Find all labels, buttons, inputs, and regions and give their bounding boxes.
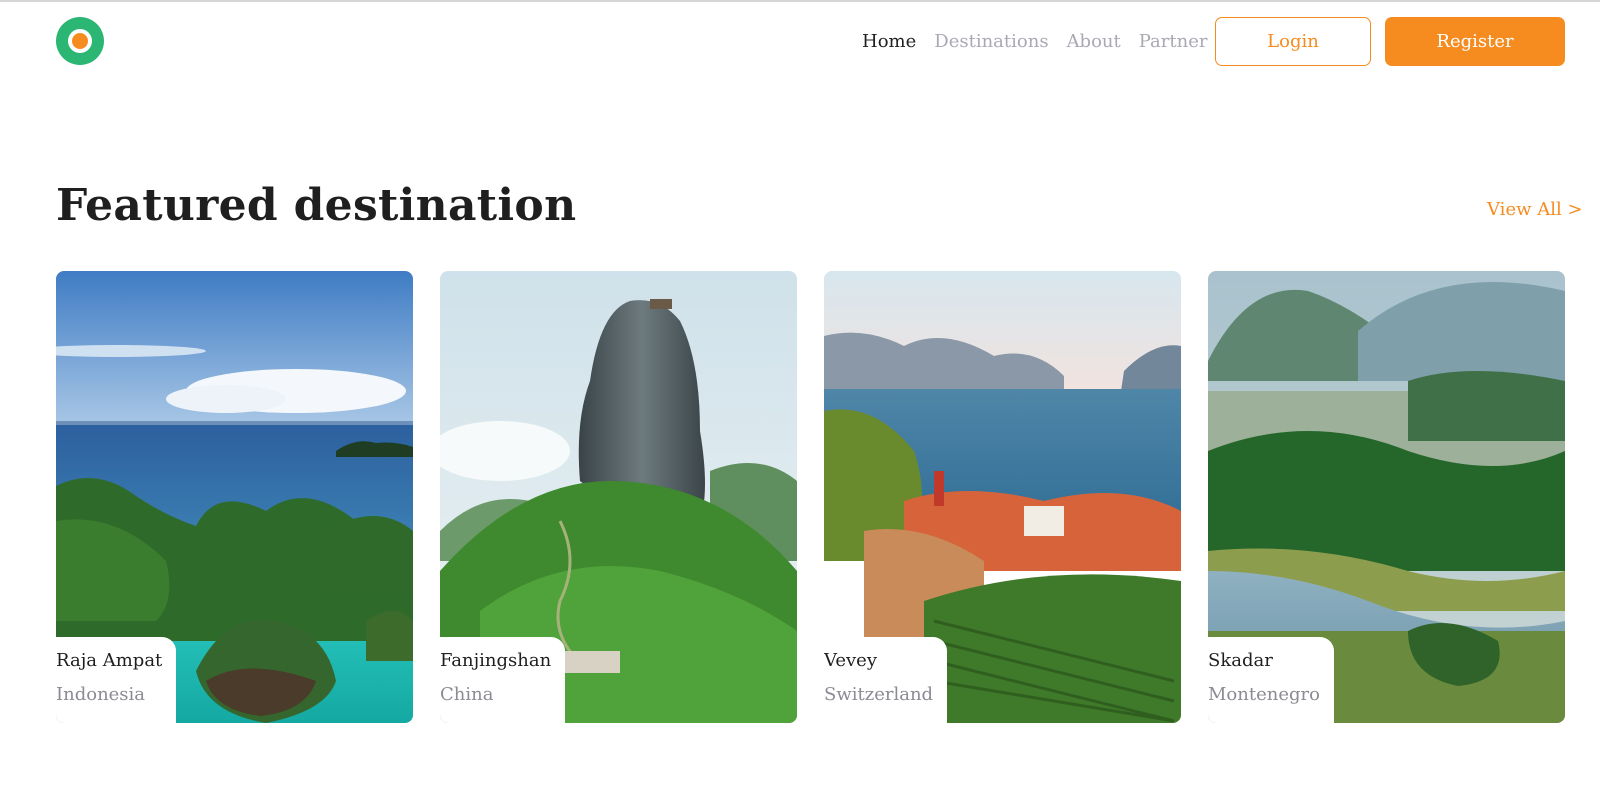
section-title: Featured destination [56, 180, 577, 231]
nav-about[interactable]: About [1067, 28, 1121, 56]
logo-dot [72, 33, 88, 49]
card-label: Fanjingshan China [440, 637, 566, 723]
nav-destinations[interactable]: Destinations [934, 28, 1048, 56]
destination-name: Skadar [1208, 650, 1273, 671]
destination-card-fanjingshan[interactable]: Fanjingshan China [440, 271, 797, 723]
top-border [0, 0, 1600, 2]
destination-country: Indonesia [56, 684, 146, 705]
login-button[interactable]: Login [1215, 17, 1371, 66]
destination-country: Montenegro [1208, 684, 1320, 705]
destination-card-skadar[interactable]: Skadar Montenegro [1208, 271, 1565, 723]
register-button[interactable]: Register [1385, 17, 1565, 66]
destination-name: Vevey [824, 650, 877, 671]
nav-home[interactable]: Home [862, 28, 916, 56]
nav-partner[interactable]: Partner [1139, 28, 1208, 56]
destination-name: Fanjingshan [440, 650, 552, 671]
destination-name: Raja Ampat [56, 650, 163, 671]
card-label: Skadar Montenegro [1208, 637, 1334, 723]
brand-logo[interactable] [56, 17, 104, 65]
destination-card-raja-ampat[interactable]: Raja Ampat Indonesia [56, 271, 413, 723]
view-all-link[interactable]: View All > [1487, 199, 1583, 220]
card-label: Raja Ampat Indonesia [56, 637, 177, 723]
main-nav: Home Destinations About Partner [862, 28, 1207, 56]
card-label: Vevey Switzerland [824, 637, 948, 723]
destination-country: Switzerland [824, 684, 934, 705]
destination-country: China [440, 684, 494, 705]
destination-card-vevey[interactable]: Vevey Switzerland [824, 271, 1181, 723]
